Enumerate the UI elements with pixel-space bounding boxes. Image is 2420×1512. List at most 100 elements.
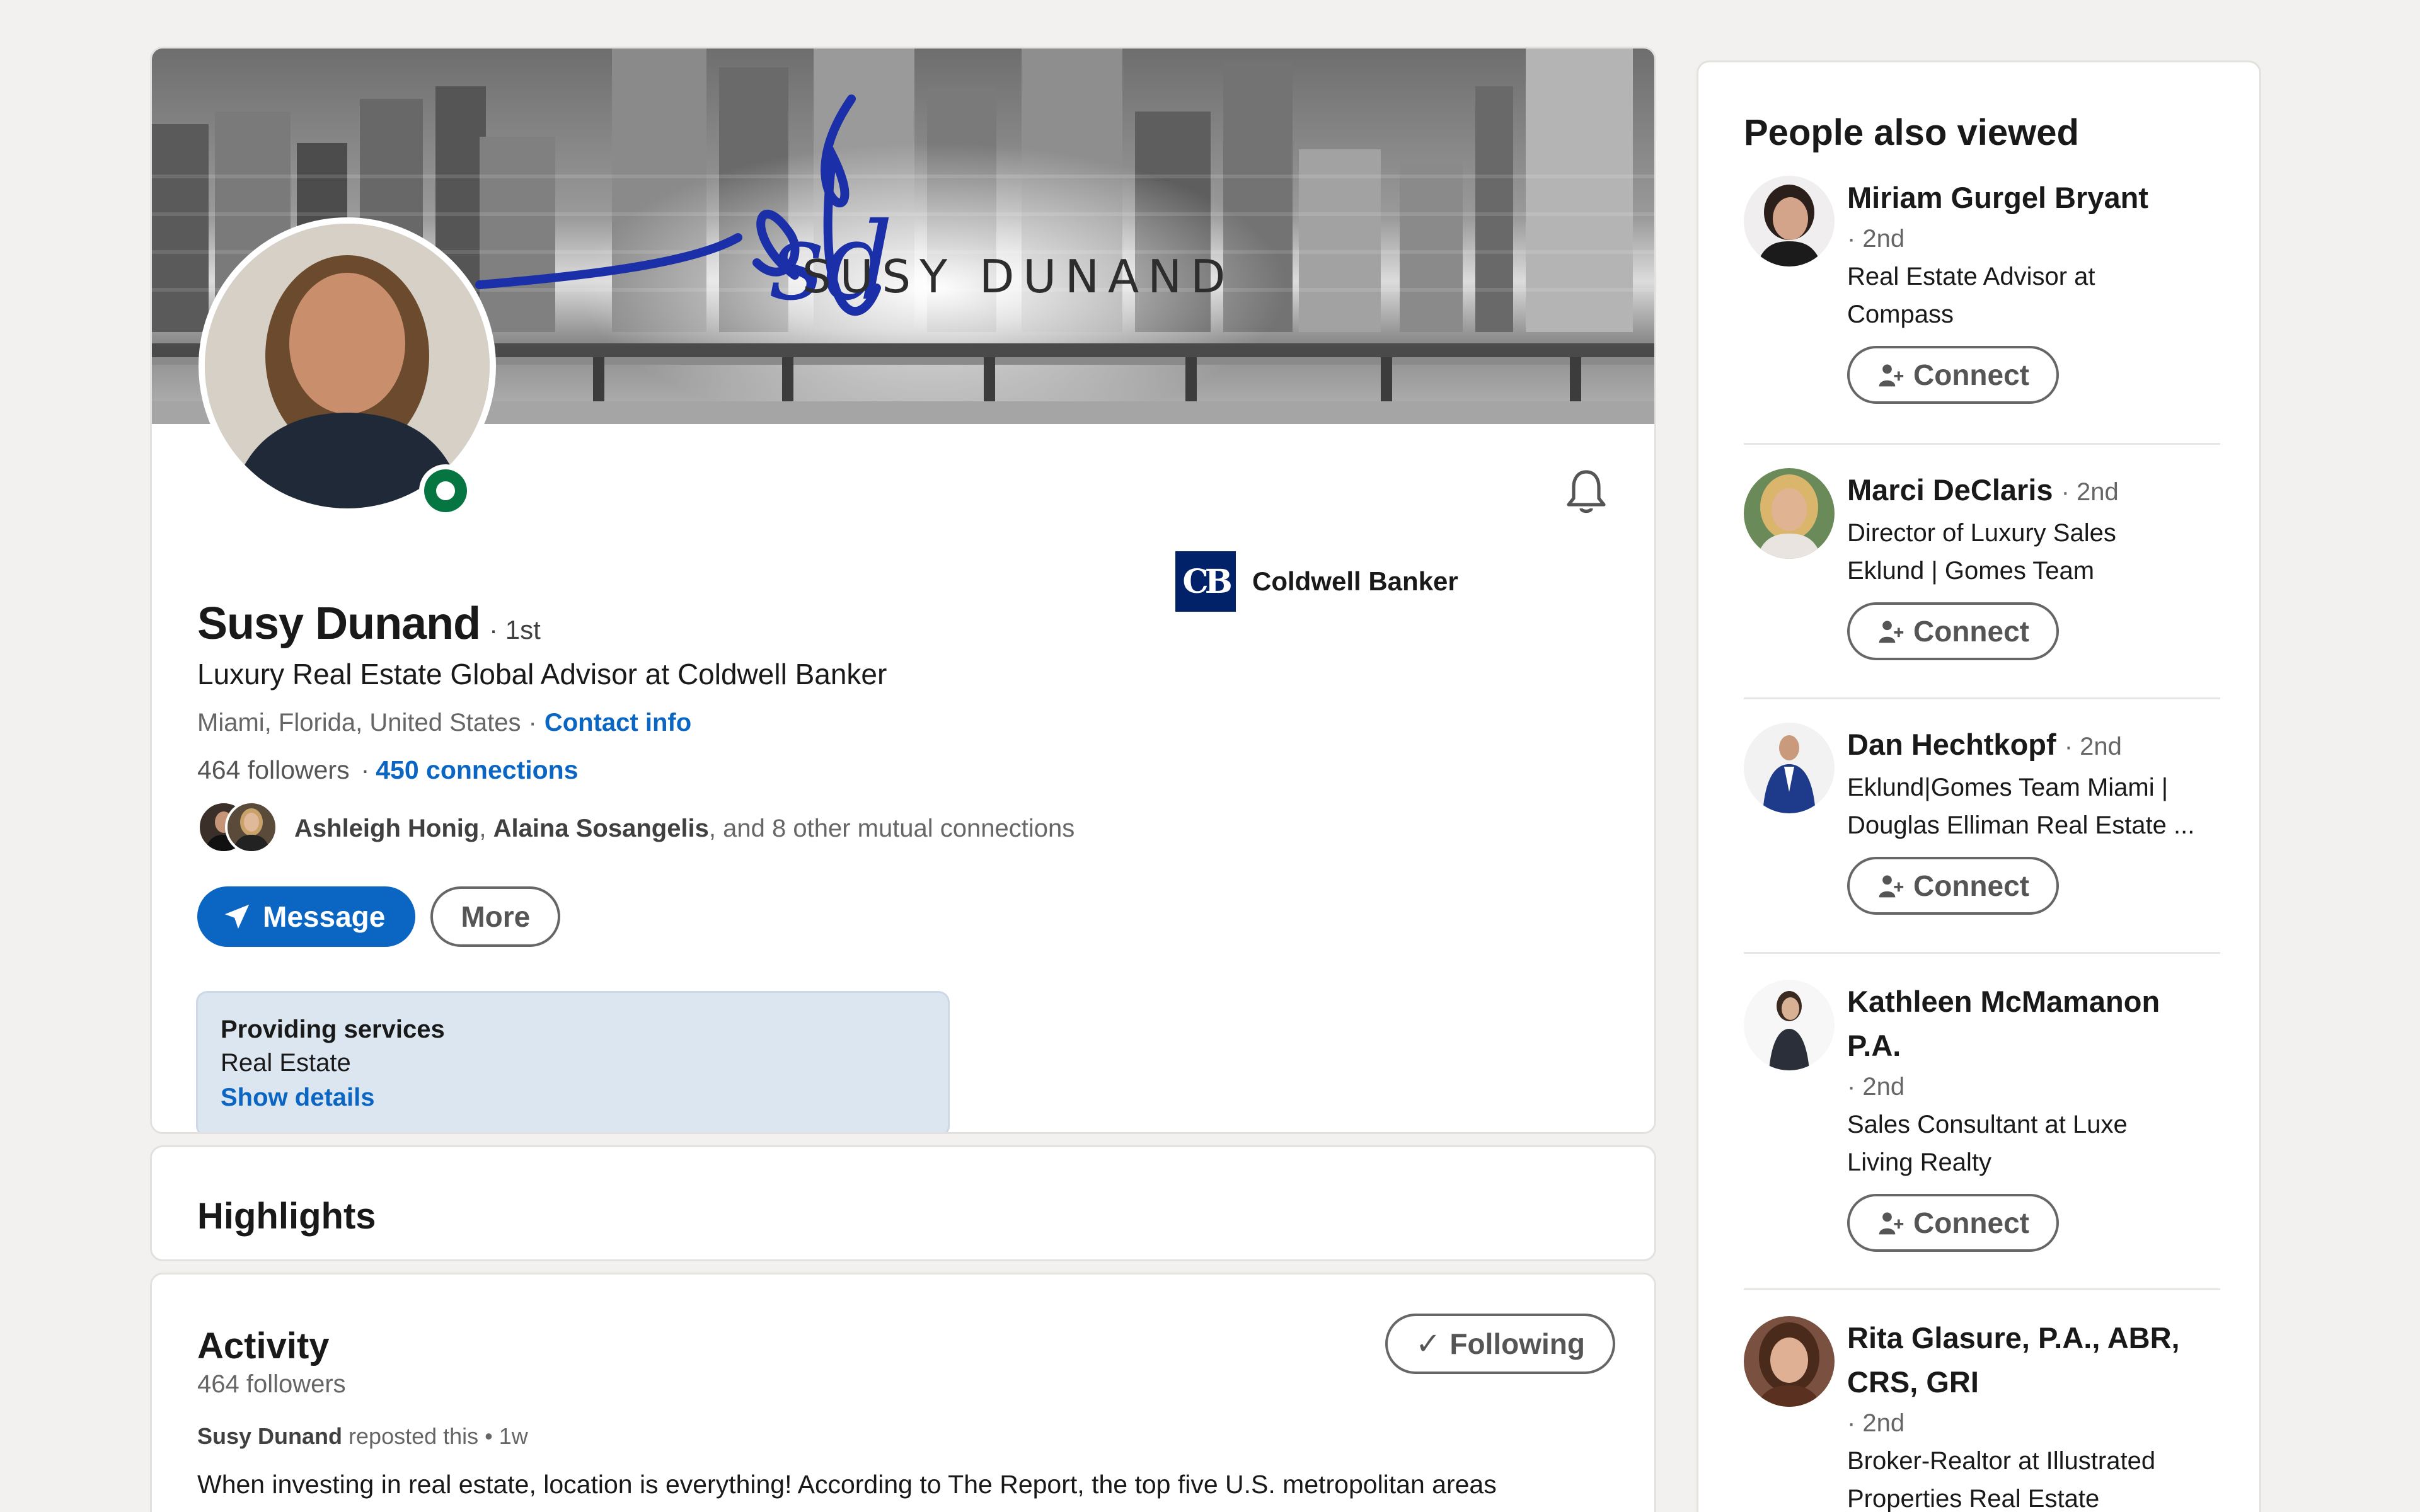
highlights-title: Highlights (197, 1196, 376, 1237)
person-name[interactable]: Dan Hechtkopf (1847, 728, 2056, 761)
person-degree: · 2nd (2061, 478, 2119, 506)
mutual-connections-row[interactable]: Ashleigh Honig, Alaina Sosangelis, and 8… (197, 801, 1075, 856)
person-info: Marci DeClaris · 2nd Director of Luxury … (1847, 468, 2225, 660)
current-company[interactable]: CB Coldwell Banker (1175, 551, 1458, 612)
add-person-icon (1879, 621, 1904, 643)
person-name[interactable]: Rita Glasure, P.A., ABR, CRS, GRI (1847, 1316, 2200, 1404)
services-value: Real Estate (221, 1049, 351, 1077)
company-name: Coldwell Banker (1252, 566, 1458, 596)
highlights-card: Highlights (150, 1145, 1656, 1261)
divider (1744, 443, 2220, 445)
following-button-label: Following (1449, 1327, 1585, 1360)
person-title: Douglas Elliman Real Estate ... (1847, 811, 2195, 839)
connections-link[interactable]: 450 connections (376, 755, 578, 785)
person-info: Dan Hechtkopf · 2nd Eklund|Gomes Team Mi… (1847, 723, 2225, 915)
divider (1744, 952, 2220, 954)
mutual-name: Alaina Sosangelis (493, 814, 709, 842)
location-row: Miami, Florida, United States · Contact … (197, 709, 691, 737)
services-title: Providing services (221, 1016, 445, 1043)
person-name-row: Marci DeClaris · 2nd (1847, 468, 2225, 514)
person-degree: · 2nd (1847, 225, 1905, 253)
show-details-link[interactable]: Show details (221, 1084, 925, 1112)
repost-author[interactable]: Susy Dunand (197, 1423, 342, 1449)
location-separator: · (528, 709, 537, 736)
person-degree: · 2nd (1847, 1409, 1905, 1437)
person-title: Properties Real Estate (1847, 1485, 2100, 1512)
person-avatar[interactable] (1744, 468, 1835, 559)
more-button[interactable]: More (430, 886, 561, 947)
divider (1744, 1288, 2220, 1290)
profile-name: Susy Dunand (197, 598, 481, 649)
post-text[interactable]: When investing in real estate, location … (197, 1470, 1497, 1499)
company-logo-text: CB (1182, 562, 1232, 601)
profile-headline: Luxury Real Estate Global Advisor at Col… (197, 658, 887, 690)
person-name[interactable]: Kathleen McMamanon P.A. (1847, 980, 2200, 1068)
connect-label: Connect (1913, 615, 2029, 648)
connect-button[interactable]: Connect (1847, 1194, 2059, 1252)
mutual-avatar (225, 801, 278, 854)
person-avatar[interactable] (1744, 176, 1835, 266)
mutual-avatars (197, 801, 278, 856)
connect-label: Connect (1913, 1206, 2029, 1239)
profile-location: Miami, Florida, United States (197, 709, 521, 736)
person-avatar[interactable] (1744, 980, 1835, 1070)
follow-stats-row: 464 followers · 450 connections (197, 755, 579, 785)
banner-text: SUSY DUNAND (802, 250, 1235, 303)
person-title: Living Realty (1847, 1148, 1992, 1176)
connect-button[interactable]: Connect (1847, 346, 2059, 404)
connect-label: Connect (1913, 358, 2029, 391)
people-also-viewed-title: People also viewed (1744, 112, 2079, 153)
profile-actions: Message More (197, 886, 561, 947)
person-info: Kathleen McMamanon P.A. · 2nd Sales Cons… (1847, 980, 2225, 1252)
person-degree: · 2nd (2064, 733, 2122, 760)
message-button-label: Message (263, 900, 386, 933)
person-name[interactable]: Miriam Gurgel Bryant (1847, 176, 2225, 220)
person-info: Rita Glasure, P.A., ABR, CRS, GRI · 2nd … (1847, 1316, 2225, 1512)
name-row: Susy Dunand · 1st (197, 598, 541, 650)
online-status-icon (419, 464, 472, 517)
person-title: Broker-Realtor at Illustrated (1847, 1447, 2156, 1475)
person-name[interactable]: Marci DeClaris (1847, 473, 2053, 507)
divider (1744, 697, 2220, 699)
person-info: Miriam Gurgel Bryant · 2nd Real Estate A… (1847, 176, 2225, 404)
following-button[interactable]: ✓ Following (1385, 1314, 1615, 1374)
more-button-label: More (461, 900, 531, 933)
mutual-rest: , and 8 other mutual connections (708, 814, 1075, 842)
mutual-name: Ashleigh Honig (294, 814, 480, 842)
connection-degree: · 1st (489, 615, 541, 644)
repost-meta: reposted this • 1w (342, 1423, 528, 1449)
person-title: Director of Luxury Sales (1847, 519, 2116, 547)
contact-info-link[interactable]: Contact info (544, 709, 691, 737)
message-button[interactable]: Message (197, 886, 416, 947)
mutual-connections-text: Ashleigh Honig, Alaina Sosangelis, and 8… (294, 815, 1075, 843)
providing-services-box: Providing services Real Estate Show deta… (196, 991, 950, 1132)
person-title: Real Estate Advisor at (1847, 263, 2095, 290)
person-title: Sales Consultant at Luxe (1847, 1111, 2128, 1138)
person-avatar[interactable] (1744, 723, 1835, 813)
followers-count: 464 followers (197, 755, 350, 784)
person-title: Eklund|Gomes Team Miami | (1847, 774, 2169, 801)
send-icon (224, 904, 250, 929)
activity-title: Activity (197, 1326, 330, 1366)
add-person-icon (1879, 875, 1904, 898)
add-person-icon (1879, 364, 1904, 387)
bell-icon[interactable] (1564, 467, 1609, 517)
activity-followers: 464 followers (197, 1370, 346, 1398)
add-person-icon (1879, 1212, 1904, 1235)
person-name-row: Dan Hechtkopf · 2nd (1847, 723, 2225, 769)
person-title: Eklund | Gomes Team (1847, 557, 2095, 585)
page-root: sd SUSY DUNAND Susy Dunand · 1st Luxury … (0, 0, 2420, 1512)
mutual-separator: , (479, 814, 493, 842)
connect-button[interactable]: Connect (1847, 602, 2059, 660)
person-degree: · 2nd (1847, 1073, 1905, 1101)
profile-card: sd SUSY DUNAND Susy Dunand · 1st Luxury … (150, 47, 1656, 1134)
company-logo: CB (1175, 551, 1236, 612)
connections-separator: · (360, 755, 370, 784)
activity-card: Activity 464 followers ✓ Following Susy … (150, 1273, 1656, 1512)
repost-line: Susy Dunand reposted this • 1w (197, 1423, 528, 1450)
people-also-viewed-card: People also viewed Miriam Gurgel Bryant … (1697, 60, 2261, 1512)
person-title: Compass (1847, 301, 1954, 328)
check-icon: ✓ (1415, 1327, 1441, 1361)
connect-button[interactable]: Connect (1847, 857, 2059, 915)
person-avatar[interactable] (1744, 1316, 1835, 1407)
